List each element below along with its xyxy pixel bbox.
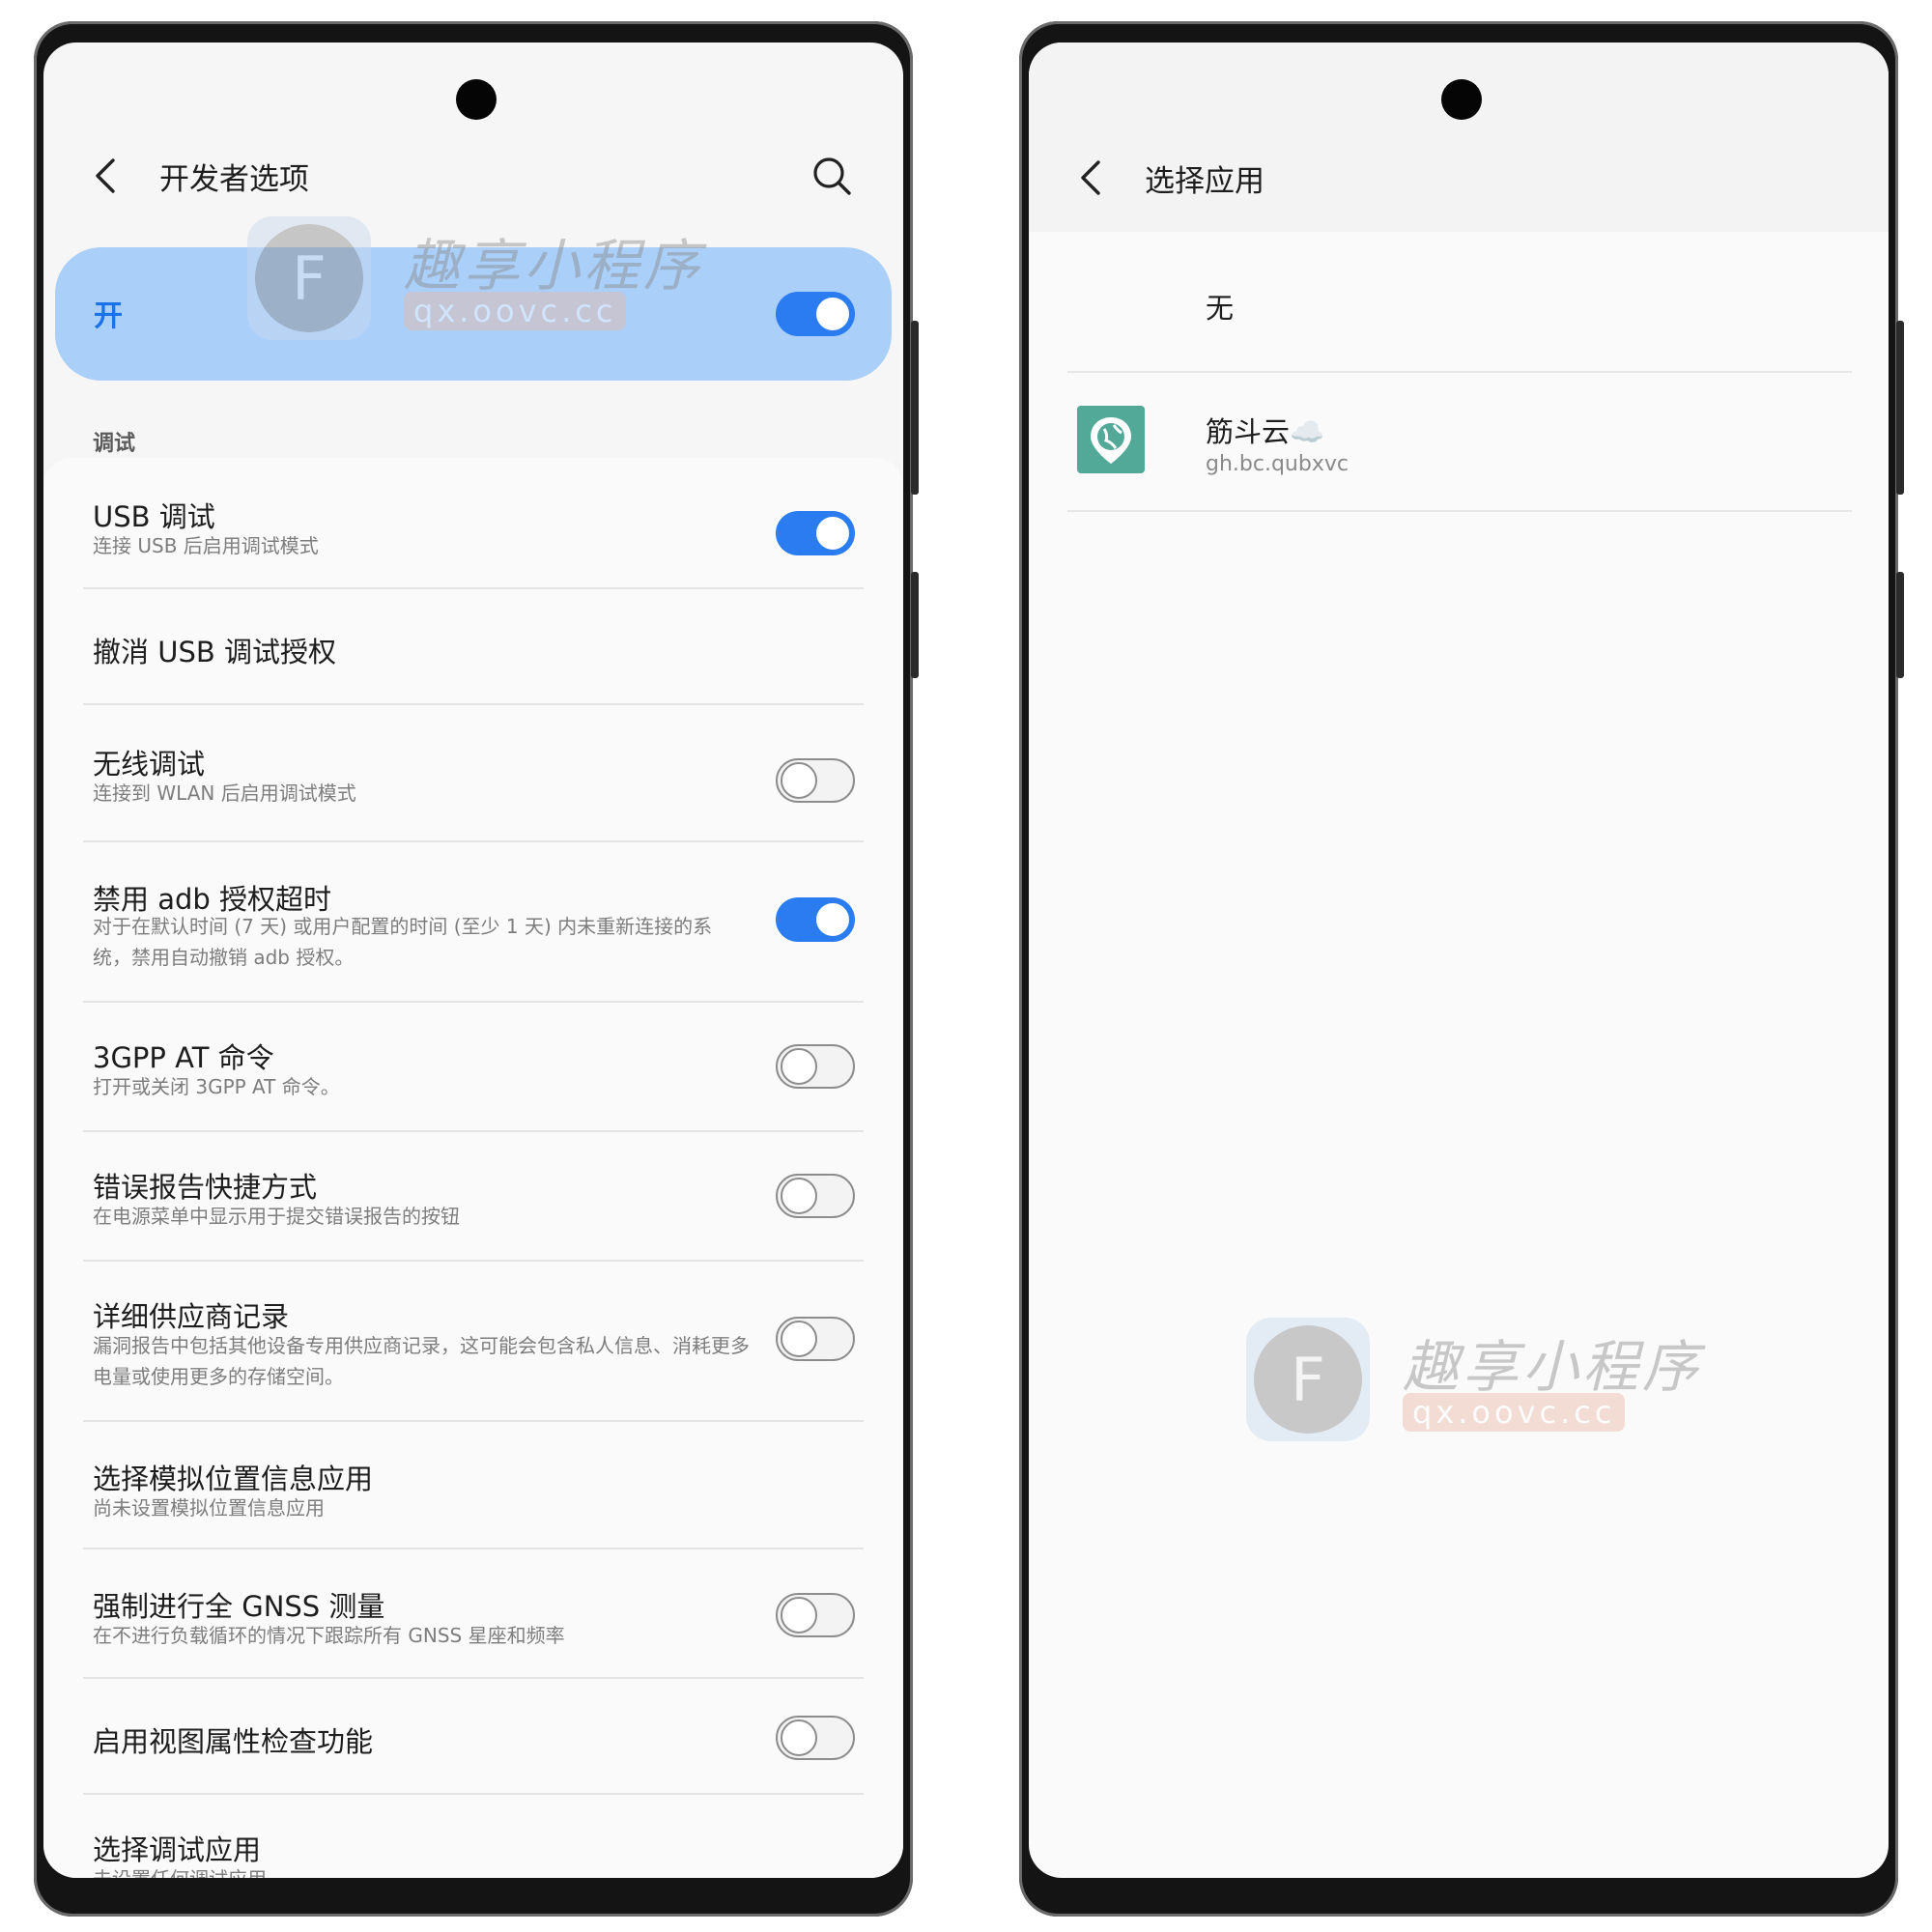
- item-title: 选择调试应用: [93, 1833, 262, 1866]
- gnss-measurement-item[interactable]: 强制进行全 GNSS 测量 在不进行负载循环的情况下跟踪所有 GNSS 星座和频…: [43, 1549, 903, 1675]
- master-toggle[interactable]: [776, 292, 855, 336]
- view-attribute-item[interactable]: 启用视图属性检查功能: [43, 1679, 903, 1791]
- watermark-url: qx.oovc.cc: [404, 292, 627, 330]
- item-title: 选择模拟位置信息应用: [93, 1463, 374, 1495]
- select-app-screen: 选择应用 无 筋斗云☁️ gh.bc.qubxvc F 趣享小程序 qx.oov…: [1029, 43, 1889, 1878]
- debug-app-item[interactable]: 选择调试应用 未设置任何调试应用: [43, 1795, 903, 1878]
- item-subtitle: 在电源菜单中显示用于提交错误报告的按钮: [93, 1205, 460, 1228]
- view-attribute-toggle[interactable]: [776, 1716, 855, 1760]
- app-bar: 开发者选项: [43, 139, 903, 216]
- map-pin-globe-icon: [1077, 406, 1145, 473]
- item-subtitle: 漏洞报告中包括其他设备专用供应商记录，这可能会包含私人信息、消耗更多电量或使用更…: [93, 1334, 750, 1388]
- gnss-toggle[interactable]: [776, 1593, 855, 1637]
- usb-debugging-toggle[interactable]: [776, 511, 855, 555]
- item-title: 强制进行全 GNSS 测量: [93, 1590, 385, 1623]
- item-title: 3GPP AT 命令: [93, 1041, 274, 1074]
- watermark-letter: F: [292, 243, 327, 314]
- bugreport-shortcut-item[interactable]: 错误报告快捷方式 在电源菜单中显示用于提交错误报告的按钮: [43, 1132, 903, 1258]
- power-key: [1896, 572, 1904, 678]
- back-arrow-icon[interactable]: [1073, 158, 1112, 197]
- watermark-badge: F: [1246, 1318, 1370, 1441]
- volume-key: [911, 321, 919, 495]
- vendor-logging-toggle[interactable]: [776, 1317, 855, 1361]
- app-name: 筋斗云☁️: [1206, 415, 1325, 448]
- section-header-debug: 调试: [93, 432, 136, 456]
- adb-timeout-item[interactable]: 禁用 adb 授权超时 对于在默认时间 (7 天) 或用户配置的时间 (至少 1…: [43, 842, 903, 1001]
- item-subtitle: 连接到 WLAN 后启用调试模式: [93, 781, 356, 805]
- item-subtitle: 连接 USB 后启用调试模式: [93, 534, 319, 557]
- watermark-text: 趣享小程序: [1403, 1334, 1703, 1400]
- item-title: 无线调试: [93, 748, 206, 781]
- item-subtitle: 尚未设置模拟位置信息应用: [93, 1496, 325, 1520]
- watermark-url: qx.oovc.cc: [1403, 1393, 1626, 1432]
- developer-options-screen: 开发者选项 开 调试 USB 调试 连接 USB 后启用调试模式 撤消 USB …: [43, 43, 903, 1878]
- vendor-logging-item[interactable]: 详细供应商记录 漏洞报告中包括其他设备专用供应商记录，这可能会包含私人信息、消耗…: [43, 1262, 903, 1420]
- item-title: 撤消 USB 调试授权: [93, 636, 336, 668]
- item-subtitle: 在不进行负载循环的情况下跟踪所有 GNSS 星座和频率: [93, 1624, 565, 1647]
- page-title: 选择应用: [1145, 164, 1264, 199]
- search-icon[interactable]: [810, 155, 853, 197]
- app-option[interactable]: 筋斗云☁️ gh.bc.qubxvc: [1029, 373, 1889, 508]
- watermark-text: 趣享小程序: [404, 233, 704, 298]
- wireless-debugging-toggle[interactable]: [776, 758, 855, 803]
- none-option-label: 无: [1206, 292, 1235, 325]
- adb-timeout-toggle[interactable]: [776, 897, 855, 942]
- item-subtitle: 打开或关闭 3GPP AT 命令。: [93, 1075, 340, 1098]
- page-title: 开发者选项: [159, 162, 309, 197]
- right-phone: 选择应用 无 筋斗云☁️ gh.bc.qubxvc F 趣享小程序 qx.oov…: [1019, 21, 1904, 1917]
- app-package: gh.bc.qubxvc: [1206, 452, 1349, 476]
- left-phone: 开发者选项 开 调试 USB 调试 连接 USB 后启用调试模式 撤消 USB …: [34, 21, 919, 1917]
- app-bar: 选择应用: [1029, 141, 1889, 218]
- back-arrow-icon[interactable]: [88, 156, 127, 195]
- item-title: 详细供应商记录: [93, 1300, 290, 1333]
- item-title: 启用视图属性检查功能: [93, 1725, 374, 1758]
- volume-key: [1896, 321, 1904, 495]
- front-camera: [456, 79, 497, 120]
- item-subtitle: 未设置任何调试应用: [93, 1863, 750, 1878]
- watermark-badge: F: [247, 216, 371, 340]
- divider: [1067, 510, 1852, 512]
- at-commands-item[interactable]: 3GPP AT 命令 打开或关闭 3GPP AT 命令。: [43, 1003, 903, 1128]
- none-option[interactable]: 无: [1029, 232, 1889, 367]
- wireless-debugging-item[interactable]: 无线调试 连接到 WLAN 后启用调试模式: [43, 705, 903, 840]
- mock-location-item[interactable]: 选择模拟位置信息应用 尚未设置模拟位置信息应用: [43, 1422, 903, 1548]
- bugreport-shortcut-toggle[interactable]: [776, 1174, 855, 1218]
- settings-list: USB 调试 连接 USB 后启用调试模式 撤消 USB 调试授权 无线调试 连…: [43, 458, 903, 1878]
- revoke-usb-auth-item[interactable]: 撤消 USB 调试授权: [43, 589, 903, 705]
- item-title: USB 调试: [93, 500, 215, 533]
- usb-debugging-item[interactable]: USB 调试 连接 USB 后启用调试模式: [43, 458, 903, 583]
- item-title: 错误报告快捷方式: [93, 1171, 318, 1204]
- front-camera: [1441, 79, 1482, 120]
- master-switch-label: 开: [94, 299, 123, 333]
- at-commands-toggle[interactable]: [776, 1044, 855, 1089]
- power-key: [911, 572, 919, 678]
- item-subtitle: 对于在默认时间 (7 天) 或用户配置的时间 (至少 1 天) 内未重新连接的系…: [93, 915, 713, 969]
- watermark-letter: F: [1291, 1345, 1325, 1415]
